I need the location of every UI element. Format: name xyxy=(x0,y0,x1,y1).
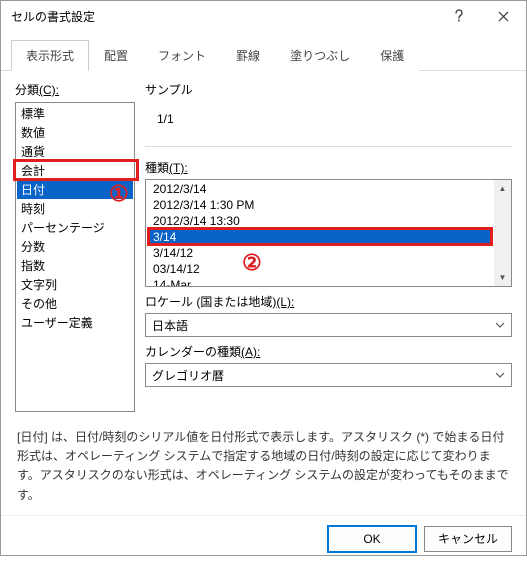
locale-value: 日本語 xyxy=(152,317,188,334)
category-item[interactable]: 文字列 xyxy=(17,275,133,294)
type-item[interactable]: 3/14/12 xyxy=(147,245,493,261)
type-item[interactable]: 2012/3/14 13:30 xyxy=(147,213,493,229)
category-item[interactable]: 数値 xyxy=(17,123,133,142)
category-list[interactable]: 標準数値通貨会計日付時刻パーセンテージ分数指数文字列その他ユーザー定義 xyxy=(15,102,135,412)
category-item[interactable]: 指数 xyxy=(17,256,133,275)
sample-value: 1/1 xyxy=(153,106,504,132)
scroll-down-icon[interactable]: ▼ xyxy=(494,269,511,286)
category-item[interactable]: ユーザー定義 xyxy=(17,313,133,332)
category-item[interactable]: 会計 xyxy=(17,161,133,180)
category-item[interactable]: その他 xyxy=(17,294,133,313)
ok-button[interactable]: OK xyxy=(328,526,416,552)
close-button[interactable] xyxy=(481,1,526,31)
scroll-up-icon[interactable]: ▲ xyxy=(494,180,511,197)
category-item[interactable]: 分数 xyxy=(17,237,133,256)
chevron-down-icon xyxy=(491,316,509,334)
category-item[interactable]: 通貨 xyxy=(17,142,133,161)
tab-border[interactable]: 罫線 xyxy=(221,40,275,71)
locale-select[interactable]: 日本語 xyxy=(145,313,512,337)
window-title: セルの書式設定 xyxy=(11,8,436,25)
category-item[interactable]: 標準 xyxy=(17,104,133,123)
description-text: [日付] は、日付/時刻のシリアル値を日付形式で表示します。アスタリスク (*)… xyxy=(15,428,512,505)
calendar-value: グレゴリオ暦 xyxy=(152,367,224,384)
tab-protection[interactable]: 保護 xyxy=(365,40,419,71)
tab-fill[interactable]: 塗りつぶし xyxy=(275,40,365,71)
category-item[interactable]: パーセンテージ xyxy=(17,218,133,237)
category-item[interactable]: 日付 xyxy=(17,180,133,199)
type-item[interactable]: 3/14 xyxy=(147,229,493,245)
type-label: 種類(T): xyxy=(145,159,512,176)
help-button[interactable] xyxy=(436,1,481,31)
tab-font[interactable]: フォント xyxy=(143,40,221,71)
tab-display[interactable]: 表示形式 xyxy=(11,40,89,71)
calendar-label: カレンダーの種類(A): xyxy=(145,343,512,360)
category-item[interactable]: 時刻 xyxy=(17,199,133,218)
calendar-select[interactable]: グレゴリオ暦 xyxy=(145,363,512,387)
type-item[interactable]: 03/14/12 xyxy=(147,261,493,277)
type-item[interactable]: 2012/3/14 xyxy=(147,181,493,197)
tab-alignment[interactable]: 配置 xyxy=(89,40,143,71)
category-label: 分類(C): xyxy=(15,81,135,98)
type-list[interactable]: 2012/3/142012/3/14 1:30 PM2012/3/14 13:3… xyxy=(145,179,512,287)
cancel-button[interactable]: キャンセル xyxy=(424,526,512,552)
locale-label: ロケール (国または地域)(L): xyxy=(145,293,512,310)
chevron-down-icon xyxy=(491,366,509,384)
type-item[interactable]: 2012/3/14 1:30 PM xyxy=(147,197,493,213)
type-item[interactable]: 14-Mar xyxy=(147,277,493,287)
type-list-scrollbar[interactable]: ▲ ▼ xyxy=(494,180,511,286)
sample-label: サンプル xyxy=(145,81,512,98)
